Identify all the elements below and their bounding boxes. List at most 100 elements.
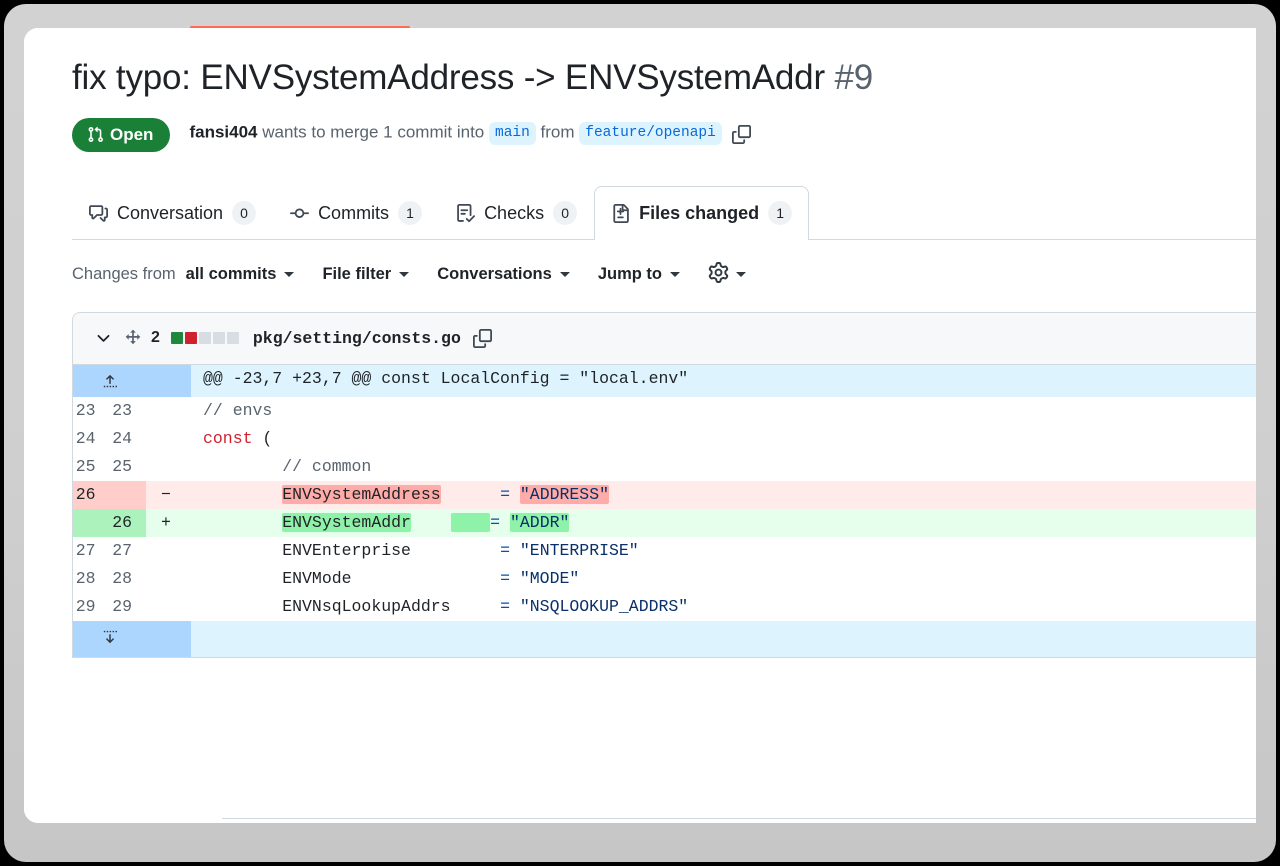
pull-request-header: fix typo: ENVSystemAddress -> ENVSystemA… (24, 28, 1256, 152)
code-indent (203, 457, 282, 476)
pull-request-meta: Open fansi404 wants to merge 1 commit in… (72, 118, 1256, 152)
code-token-operator: = (500, 569, 520, 588)
conversations-label: Conversations (437, 265, 552, 284)
diff-hunk-marker (146, 365, 191, 397)
diffstat-square-neutral (227, 332, 239, 344)
diff-toolbar: Changes from all commits File filter Con… (24, 240, 1256, 288)
diff-marker (146, 397, 191, 425)
head-branch-chip[interactable]: feature/openapi (579, 122, 722, 145)
comment-discussion-icon (89, 204, 108, 223)
word-diff-added-string: "ADDR" (510, 513, 569, 532)
diff-old-line-number (73, 509, 110, 537)
diff-row-context: 24 24 const ( (73, 425, 1256, 453)
diffstat-blocks (171, 332, 239, 344)
diff-code-addition[interactable]: ENVSystemAddr = "ADDR" (191, 509, 1256, 537)
tab-checks-counter: 0 (553, 201, 577, 225)
code-spacing (411, 541, 500, 560)
copy-branch-name-button[interactable] (729, 122, 755, 148)
code-token-string: "MODE" (520, 569, 579, 588)
tab-checks[interactable]: Checks 0 (439, 186, 594, 240)
expand-up-button[interactable] (73, 365, 146, 397)
page-bottom-divider (222, 818, 1256, 819)
file-path[interactable]: pkg/setting/consts.go (253, 329, 461, 348)
diff-expand-bottom-row (73, 621, 1256, 657)
code-token-string: "ENTERPRISE" (520, 541, 639, 560)
expand-down-button[interactable] (73, 621, 146, 657)
diff-new-line-number: 29 (110, 593, 147, 621)
code-spacing (352, 569, 501, 588)
git-commit-icon (290, 204, 309, 223)
tabs-list: Conversation 0 Commits 1 (72, 186, 809, 240)
diff-hunk-header-row: @@ -23,7 +23,7 @@ const LocalConfig = "l… (73, 365, 1256, 397)
jump-to-dropdown[interactable]: Jump to (598, 265, 680, 284)
diff-old-line-number: 23 (73, 397, 110, 425)
pull-request-tabs: Conversation 0 Commits 1 (24, 186, 1256, 240)
copy-file-path-button[interactable] (473, 329, 492, 348)
diff-code[interactable]: ENVNsqLookupAddrs = "NSQLOOKUP_ADDRS" (191, 593, 1256, 621)
chevron-down-icon (284, 272, 294, 277)
file-filter-dropdown[interactable]: File filter (322, 265, 409, 284)
diff-code[interactable]: ENVMode = "MODE" (191, 565, 1256, 593)
code-token-plain: ENVMode (203, 569, 352, 588)
diff-marker (146, 537, 191, 565)
tab-commits-counter: 1 (398, 201, 422, 225)
chevron-down-icon (399, 272, 409, 277)
tab-commits-label: Commits (318, 203, 389, 224)
chevron-down-icon (736, 272, 746, 277)
tab-files-changed[interactable]: Files changed 1 (594, 186, 809, 240)
diff-old-line-number: 25 (73, 453, 110, 481)
move-to-file-icon[interactable] (124, 329, 142, 347)
diff-old-line-number: 29 (73, 593, 110, 621)
diff-code-deletion[interactable]: ENVSystemAddress = "ADDRESS" (191, 481, 1256, 509)
diff-code[interactable]: const ( (191, 425, 1256, 453)
diff-table: @@ -23,7 +23,7 @@ const LocalConfig = "l… (73, 365, 1256, 657)
code-spacing (451, 597, 501, 616)
code-token-operator: = (500, 597, 520, 616)
jump-to-label: Jump to (598, 265, 662, 284)
changes-from-value: all commits (186, 265, 277, 284)
tab-conversation[interactable]: Conversation 0 (72, 186, 273, 240)
changes-from-prefix: Changes from (72, 265, 176, 284)
diff-code[interactable]: // envs (191, 397, 1256, 425)
browser-viewport: fix typo: ENVSystemAddress -> ENVSystemA… (24, 28, 1256, 823)
chevron-down-icon (670, 272, 680, 277)
word-diff-added-identifier: ENVSystemAddr (282, 513, 411, 532)
pull-request-number: #9 (834, 58, 873, 97)
diff-row-context: 29 29 ENVNsqLookupAddrs = "NSQLOOKUP_ADD… (73, 593, 1256, 621)
diff-code[interactable]: // common (191, 453, 1256, 481)
code-token-string: "NSQLOOKUP_ADDRS" (520, 597, 688, 616)
changes-from-dropdown[interactable]: Changes from all commits (72, 265, 294, 284)
word-diff-deleted-string: "ADDRESS" (520, 485, 609, 504)
tab-commits[interactable]: Commits 1 (273, 186, 439, 240)
diff-new-line-number: 25 (110, 453, 147, 481)
diff-old-line-number: 27 (73, 537, 110, 565)
code-spacing (411, 513, 451, 532)
diff-old-line-number: 28 (73, 565, 110, 593)
diff-row-context: 28 28 ENVMode = "MODE" (73, 565, 1256, 593)
file-diff-block: 2 pkg/setting/consts.go (72, 312, 1256, 658)
merge-description: fansi404 wants to merge 1 commit into ma… (189, 122, 754, 148)
word-diff-deleted-identifier: ENVSystemAddress (282, 485, 440, 504)
status-badge: Open (72, 118, 170, 152)
chevron-down-icon[interactable] (94, 329, 113, 348)
file-diff-icon (611, 204, 630, 223)
base-branch-chip[interactable]: main (489, 122, 536, 145)
pr-author[interactable]: fansi404 (189, 122, 257, 141)
code-token-operator: = (500, 541, 520, 560)
diff-new-line-number: 23 (110, 397, 147, 425)
diff-new-line-number (110, 481, 147, 509)
file-header: 2 pkg/setting/consts.go (73, 313, 1256, 365)
diff-code[interactable]: ENVEnterprise = "ENTERPRISE" (191, 537, 1256, 565)
code-token-comment: // common (282, 457, 371, 476)
diff-row-context: 25 25 // common (73, 453, 1256, 481)
diff-row-deletion: 26 − ENVSystemAddress = "ADDRESS" (73, 481, 1256, 509)
conversations-dropdown[interactable]: Conversations (437, 265, 570, 284)
device-frame: fix typo: ENVSystemAddress -> ENVSystemA… (0, 0, 1280, 866)
code-token-operator: = (490, 513, 510, 532)
diffstat-square-neutral (213, 332, 225, 344)
diff-marker-addition: + (146, 509, 191, 537)
code-spacing (441, 485, 500, 504)
code-token-plain: ENVEnterprise (203, 541, 411, 560)
code-token-plain: ( (253, 429, 273, 448)
diff-settings-button[interactable] (708, 262, 746, 288)
